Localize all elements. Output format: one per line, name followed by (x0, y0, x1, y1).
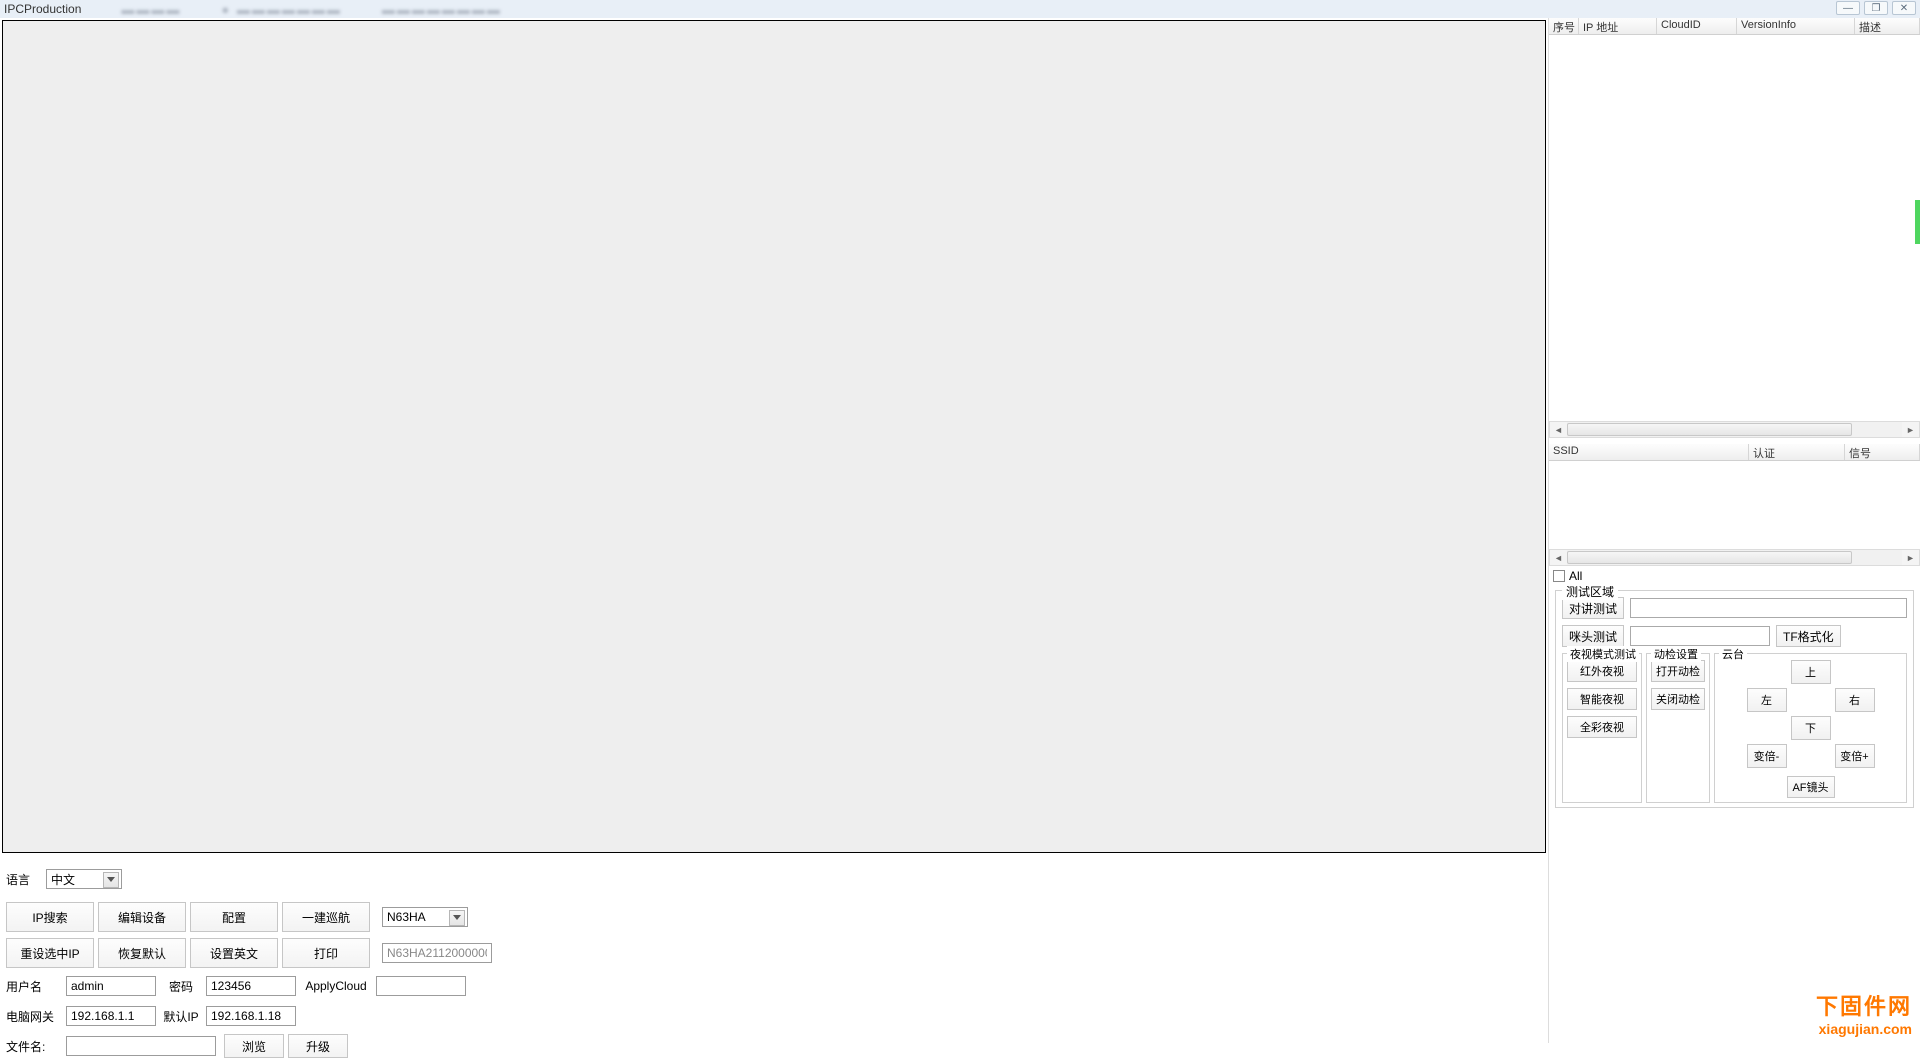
edit-device-button[interactable]: 编辑设备 (98, 902, 186, 932)
filename-label: 文件名: (6, 1038, 66, 1055)
gateway-label: 电脑网关 (6, 1008, 66, 1025)
mic-test-button[interactable]: 咪头测试 (1562, 625, 1624, 647)
maximize-button[interactable]: ❐ (1864, 1, 1888, 15)
one-key-patrol-button[interactable]: 一建巡航 (282, 902, 370, 932)
scroll-indicator (1915, 200, 1920, 244)
scroll-thumb[interactable] (1567, 551, 1852, 564)
ptz-right-button[interactable]: 右 (1835, 688, 1875, 712)
window-controls: — ❐ ✕ (1836, 1, 1916, 15)
motion-off-button[interactable]: 关闭动检 (1651, 688, 1705, 710)
title-bar: IPCProduction ▬▬▬▬● ▬▬▬▬▬▬▬▬▬▬▬▬▬▬▬ — ❐ … (0, 0, 1920, 18)
language-select[interactable]: 中文 (46, 869, 122, 889)
af-lens-button[interactable]: AF镜头 (1787, 776, 1835, 798)
scroll-thumb[interactable] (1567, 423, 1852, 436)
config-button[interactable]: 配置 (190, 902, 278, 932)
ptz-up-button[interactable]: 上 (1791, 660, 1831, 684)
all-checkbox[interactable] (1553, 570, 1565, 582)
col-ssid[interactable]: SSID (1549, 444, 1749, 460)
motion-on-button[interactable]: 打开动检 (1651, 660, 1705, 682)
col-cloudid[interactable]: CloudID (1657, 18, 1737, 34)
col-version[interactable]: VersionInfo (1737, 18, 1855, 34)
serial-input[interactable] (382, 943, 492, 963)
ptz-left-button[interactable]: 左 (1747, 688, 1787, 712)
scroll-right-icon[interactable]: ► (1902, 422, 1919, 437)
upgrade-button[interactable]: 升级 (288, 1034, 348, 1058)
gateway-input[interactable] (66, 1006, 156, 1026)
set-english-button[interactable]: 设置英文 (190, 938, 278, 968)
all-checkbox-row: All (1549, 566, 1920, 586)
tf-format-button[interactable]: TF格式化 (1776, 625, 1841, 647)
motion-group: 动检设置 打开动检 关闭动检 (1646, 653, 1710, 803)
col-signal[interactable]: 信号 (1845, 444, 1920, 460)
video-preview (2, 20, 1546, 853)
print-button[interactable]: 打印 (282, 938, 370, 968)
device-list[interactable]: 序号 IP 地址 CloudID VersionInfo 描述 ◄ ► (1549, 18, 1920, 438)
device-list-hscroll[interactable]: ◄ ► (1549, 421, 1920, 438)
password-input[interactable] (206, 976, 296, 996)
background-taskbar: ▬▬▬▬● ▬▬▬▬▬▬▬▬▬▬▬▬▬▬▬ (121, 2, 501, 17)
username-label: 用户名 (6, 978, 66, 995)
device-list-header: 序号 IP 地址 CloudID VersionInfo 描述 (1549, 18, 1920, 35)
control-panel: 语言 中文 IP搜索 编辑设备 配置 一建巡航 N63HA 重设选中IP 恢复默… (0, 855, 1548, 1043)
scroll-left-icon[interactable]: ◄ (1550, 550, 1567, 565)
zoom-plus-button[interactable]: 变倍+ (1835, 744, 1875, 768)
password-label: 密码 (156, 978, 206, 995)
restore-default-button[interactable]: 恢复默认 (98, 938, 186, 968)
scroll-left-icon[interactable]: ◄ (1550, 422, 1567, 437)
app-title: IPCProduction (4, 2, 81, 16)
intercom-test-button[interactable]: 对讲测试 (1562, 597, 1624, 619)
night-vision-group: 夜视模式测试 红外夜视 智能夜视 全彩夜视 (1562, 653, 1642, 803)
ir-night-button[interactable]: 红外夜视 (1567, 660, 1637, 682)
wifi-list-body[interactable] (1549, 461, 1920, 549)
filename-input[interactable] (66, 1036, 216, 1056)
wifi-list[interactable]: SSID 认证 信号 ◄ ► (1549, 444, 1920, 566)
device-list-body[interactable] (1549, 35, 1920, 421)
test-zone-legend: 测试区域 (1562, 586, 1618, 600)
col-ip[interactable]: IP 地址 (1579, 18, 1657, 34)
col-desc[interactable]: 描述 (1855, 18, 1920, 34)
color-night-button[interactable]: 全彩夜视 (1567, 716, 1637, 738)
applycloud-label: ApplyCloud (296, 979, 376, 993)
all-label: All (1569, 569, 1582, 583)
default-ip-input[interactable] (206, 1006, 296, 1026)
mic-test-field[interactable] (1630, 626, 1770, 646)
wifi-list-hscroll[interactable]: ◄ ► (1549, 549, 1920, 566)
close-button[interactable]: ✕ (1892, 1, 1916, 15)
browse-button[interactable]: 浏览 (224, 1034, 284, 1058)
default-ip-label: 默认IP (156, 1008, 206, 1025)
reset-ip-button[interactable]: 重设选中IP (6, 938, 94, 968)
col-seq[interactable]: 序号 (1549, 18, 1579, 34)
model-select[interactable]: N63HA (382, 907, 468, 927)
smart-night-button[interactable]: 智能夜视 (1567, 688, 1637, 710)
scroll-right-icon[interactable]: ► (1902, 550, 1919, 565)
applycloud-input[interactable] (376, 976, 466, 996)
ptz-group: 云台 上 左 右 下 变倍- (1714, 653, 1907, 803)
username-input[interactable] (66, 976, 156, 996)
test-zone-group: 测试区域 对讲测试 咪头测试 TF格式化 夜视模式测试 红外夜视 智能夜视 全彩… (1555, 590, 1914, 808)
wifi-list-header: SSID 认证 信号 (1549, 444, 1920, 461)
ip-search-button[interactable]: IP搜索 (6, 902, 94, 932)
language-label: 语言 (6, 871, 46, 888)
col-auth[interactable]: 认证 (1749, 444, 1845, 460)
ptz-down-button[interactable]: 下 (1791, 716, 1831, 740)
intercom-test-field[interactable] (1630, 598, 1907, 618)
zoom-minus-button[interactable]: 变倍- (1747, 744, 1787, 768)
minimize-button[interactable]: — (1836, 1, 1860, 15)
